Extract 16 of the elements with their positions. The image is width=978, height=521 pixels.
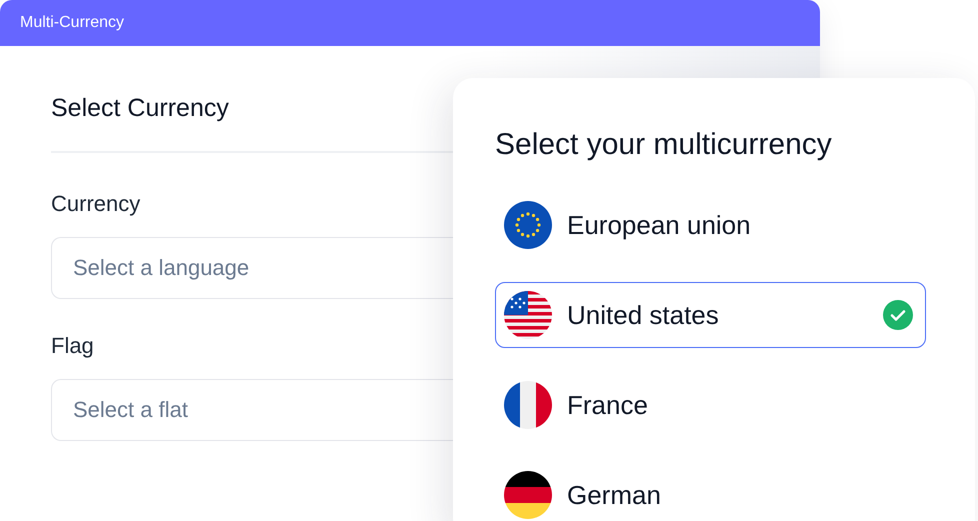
currency-option[interactable]: France: [495, 372, 926, 438]
currency-option[interactable]: United states: [495, 282, 926, 348]
form-heading: Select Currency: [51, 93, 230, 124]
window-title: Multi-Currency: [20, 14, 124, 32]
select-field[interactable]: Select a language: [51, 237, 453, 299]
flag-icon: [504, 291, 552, 339]
check-icon: [883, 300, 913, 330]
select-field[interactable]: Select a flat: [51, 379, 453, 441]
flag-icon: [504, 381, 552, 429]
card-title: Select your multicurrency: [495, 127, 833, 163]
flag-icon: [504, 201, 552, 249]
currency-option[interactable]: German: [495, 462, 926, 521]
field-label: Flag: [51, 332, 95, 360]
currency-option[interactable]: European union: [495, 192, 926, 258]
flag-icon: [504, 471, 552, 519]
field-label: Currency: [51, 190, 142, 218]
